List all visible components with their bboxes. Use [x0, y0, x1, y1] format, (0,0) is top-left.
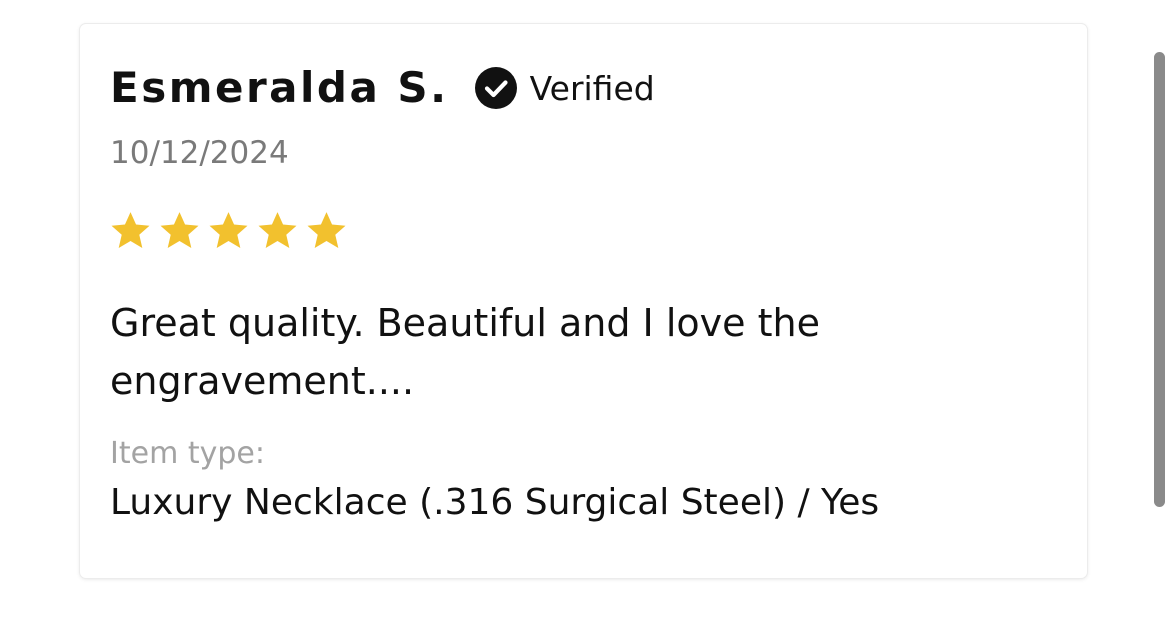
review-date: 10/12/2024 [110, 135, 289, 171]
review-body: Great quality. Beautiful and I love the … [110, 301, 820, 403]
check-circle-icon [474, 67, 517, 109]
review-card: Esmeralda S. Verified 10/12/2024 Great q… [80, 24, 1087, 578]
star-icon [209, 212, 248, 248]
star-rating [109, 210, 348, 253]
item-type-value: Luxury Necklace (.316 Surgical Steel) / … [110, 482, 880, 523]
verified-label: Verified [529, 68, 655, 108]
scrollbar[interactable] [1149, 0, 1170, 641]
review-header: Esmeralda S. Verified [110, 60, 655, 116]
verified-badge: Verified [474, 67, 655, 109]
star-icon [307, 212, 346, 248]
star-icon [258, 212, 297, 248]
reviewer-name: Esmeralda S. [110, 63, 449, 112]
star-icon [160, 212, 199, 248]
item-type-label: Item type: [110, 436, 265, 471]
star-icon [111, 212, 150, 248]
page: Esmeralda S. Verified 10/12/2024 Great q… [0, 0, 1170, 641]
scrollbar-thumb[interactable] [1154, 52, 1165, 507]
